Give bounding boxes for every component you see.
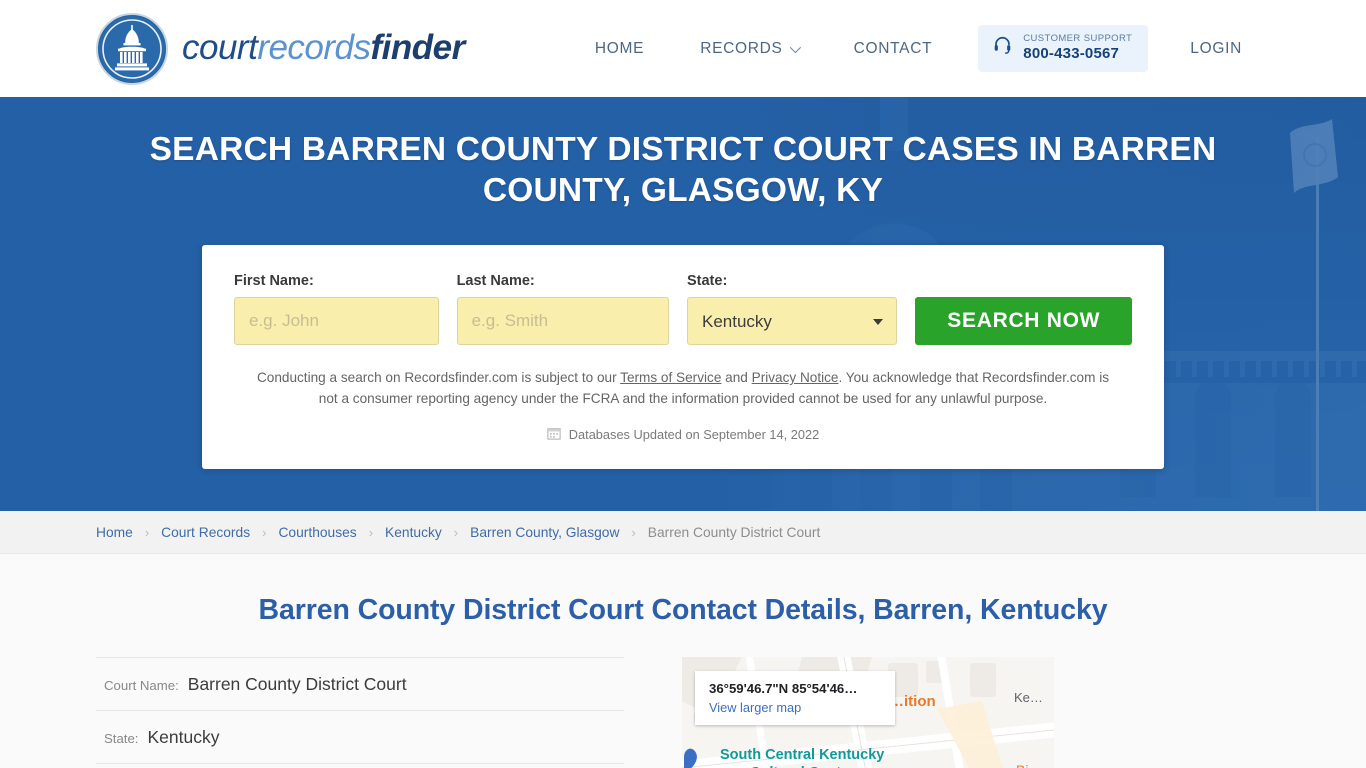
detail-row-divider xyxy=(96,763,624,764)
disclaimer-text-1: Conducting a search on Recordsfinder.com… xyxy=(256,370,621,385)
first-name-label: First Name: xyxy=(234,273,314,289)
last-name-field-group: Last Name: xyxy=(456,273,669,345)
google-map-embed[interactable]: Dollar Store …ition Ke… Bi… South Centra… xyxy=(682,657,1054,768)
nav-item-records-label: RECORDS xyxy=(700,39,783,57)
detail-value-court-name: Barren County District Court xyxy=(187,674,407,694)
support-phone[interactable]: 800-433-0567 xyxy=(1023,45,1132,62)
database-updated-row: Databases Updated on September 14, 2022 xyxy=(234,426,1132,443)
breadcrumb-separator-icon: › xyxy=(262,524,267,540)
nav-item-records[interactable]: RECORDS xyxy=(672,40,825,58)
breadcrumb-item-current: Barren County District Court xyxy=(647,524,821,540)
first-name-field-group: First Name: xyxy=(234,273,439,345)
breadcrumb-separator-icon: › xyxy=(144,524,150,540)
privacy-notice-link[interactable]: Privacy Notice xyxy=(752,370,839,385)
logo-text-records: records xyxy=(257,27,371,67)
logo-text-finder: finder xyxy=(370,27,466,67)
search-disclaimer: Conducting a search on Recordsfinder.com… xyxy=(251,367,1115,409)
support-label: CUSTOMER SUPPORT xyxy=(1023,33,1133,45)
breadcrumb-separator-icon: › xyxy=(453,524,459,540)
detail-label-state: State: xyxy=(104,731,139,746)
hero-section: SEARCH BARREN COUNTY DISTRICT COURT CASE… xyxy=(0,97,1366,511)
search-panel: First Name: Last Name: State: Kentucky S… xyxy=(202,245,1164,470)
page-title: Barren County District Court Contact Det… xyxy=(258,594,1108,626)
detail-value-state: Kentucky xyxy=(147,727,220,747)
disclaimer-text-2: and xyxy=(721,370,752,385)
content-row: Court Name: Barren County District Court… xyxy=(0,627,1366,768)
breadcrumb-item-barren-county-glasgow[interactable]: Barren County, Glasgow xyxy=(470,525,619,540)
breadcrumb-item-court-records[interactable]: Court Records xyxy=(161,525,250,540)
map-coordinates-card: 36°59'46.7"N 85°54'46… View larger map xyxy=(695,671,895,725)
state-select-wrapper: Kentucky xyxy=(686,297,898,345)
nav-item-contact[interactable]: CONTACT xyxy=(826,40,961,58)
logo-text-court: court xyxy=(182,27,258,67)
last-name-label: Last Name: xyxy=(456,273,535,289)
state-field-group: State: Kentucky xyxy=(686,273,898,345)
state-label: State: xyxy=(686,273,728,289)
breadcrumb: Home › Court Records › Courthouses › Ken… xyxy=(96,525,820,540)
terms-of-service-link[interactable]: Terms of Service xyxy=(620,370,721,385)
capitol-dome-seal-icon xyxy=(96,13,168,85)
state-select[interactable]: Kentucky xyxy=(686,297,898,345)
breadcrumb-bar: Home › Court Records › Courthouses › Ken… xyxy=(0,511,1366,554)
site-header: courtrecordsfinder HOME RECORDS CONTACT … xyxy=(0,0,1366,97)
court-details-list: Court Name: Barren County District Court… xyxy=(96,657,624,768)
chevron-down-icon xyxy=(789,41,801,53)
site-logo[interactable]: courtrecordsfinder xyxy=(96,13,465,85)
search-fields-row: First Name: Last Name: State: Kentucky S… xyxy=(234,273,1132,345)
detail-label-court-name: Court Name: xyxy=(104,678,179,693)
headset-icon xyxy=(992,35,1013,61)
hero-title: SEARCH BARREN COUNTY DISTRICT COURT CASE… xyxy=(149,131,1217,209)
view-larger-map-link[interactable]: View larger map xyxy=(709,700,881,715)
nav-item-login[interactable]: LOGIN xyxy=(1162,40,1270,58)
database-updated-text: Databases Updated on September 14, 2022 xyxy=(568,427,820,443)
main-content: Barren County District Court Contact Det… xyxy=(0,554,1366,768)
customer-support-badge[interactable]: CUSTOMER SUPPORT 800-433-0567 xyxy=(978,25,1149,72)
breadcrumb-item-courthouses[interactable]: Courthouses xyxy=(278,525,356,540)
nav-item-home[interactable]: HOME xyxy=(567,40,672,58)
breadcrumb-item-kentucky[interactable]: Kentucky xyxy=(385,525,442,540)
breadcrumb-item-home[interactable]: Home xyxy=(96,525,133,540)
detail-row-court-name: Court Name: Barren County District Court xyxy=(96,657,624,710)
map-column: Dollar Store …ition Ke… Bi… South Centra… xyxy=(682,657,1054,768)
calendar-icon xyxy=(547,426,561,443)
breadcrumb-separator-icon: › xyxy=(631,524,636,540)
logo-wordmark: courtrecordsfinder xyxy=(182,30,465,69)
breadcrumb-separator-icon: › xyxy=(368,524,374,540)
main-navigation: HOME RECORDS CONTACT CUSTOMER SUPPORT 80… xyxy=(567,0,1270,97)
last-name-input[interactable] xyxy=(456,297,669,345)
detail-row-state: State: Kentucky xyxy=(96,710,624,763)
search-now-button[interactable]: SEARCH NOW xyxy=(915,297,1132,345)
first-name-input[interactable] xyxy=(234,297,439,345)
map-coordinates-text: 36°59'46.7"N 85°54'46… xyxy=(709,681,858,696)
